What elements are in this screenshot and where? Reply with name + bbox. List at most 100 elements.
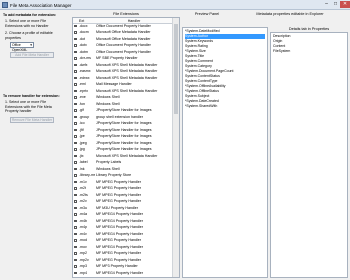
- row-checkbox[interactable]: [74, 57, 77, 60]
- table-row[interactable]: .library-ms Library Property Store: [73, 173, 172, 178]
- row-checkbox[interactable]: [74, 213, 77, 216]
- preview-property-item[interactable]: System.ContentType: [185, 79, 265, 84]
- row-checkbox[interactable]: [74, 70, 77, 73]
- table-row[interactable]: .eprtx Microsoft XPS Shell Metadata Handl…: [73, 89, 172, 94]
- table-row[interactable]: .fon Windows Shell: [73, 102, 172, 107]
- preview-property-item[interactable]: *System.OfflineAvailability: [185, 84, 265, 89]
- table-row[interactable]: .m4p MF MPEG4 Property Handler: [73, 225, 172, 230]
- table-row[interactable]: .mp2v MF MPEG Property Handler: [73, 258, 172, 263]
- row-checkbox[interactable]: [74, 83, 77, 86]
- table-row[interactable]: .mp2 MF MPEG Property Handler: [73, 251, 172, 256]
- details-property-item[interactable]: Origin: [273, 39, 282, 44]
- table-row[interactable]: .m1v MF MPEG Property Handler: [73, 180, 172, 185]
- details-property-item[interactable]: FileSystem: [273, 49, 290, 54]
- row-checkbox[interactable]: [74, 109, 77, 112]
- row-checkbox[interactable]: [74, 200, 77, 203]
- row-checkbox[interactable]: [74, 193, 77, 197]
- row-checkbox[interactable]: [74, 50, 77, 54]
- preview-property-item[interactable]: *System.Document.PageCount: [185, 69, 265, 74]
- table-row[interactable]: .m3u MF M3U Property Handler: [73, 206, 172, 211]
- row-checkbox[interactable]: [74, 135, 77, 138]
- table-row[interactable]: .dvr-ms MF SBE Property Handler: [73, 56, 172, 61]
- preview-property-item[interactable]: System.Subject: [185, 94, 265, 99]
- row-checkbox[interactable]: [74, 122, 77, 125]
- preview-property-item[interactable]: *System.DateCreated: [185, 99, 265, 104]
- add-handler-button[interactable]: Add File Meta Handler: [10, 52, 54, 58]
- scrollbar-thumb[interactable]: [174, 24, 178, 114]
- preview-property-item[interactable]: System.Keywords: [185, 39, 265, 44]
- row-checkbox[interactable]: [74, 148, 77, 151]
- table-row[interactable]: .m4a MF MPEG4 Property Handler: [73, 212, 172, 217]
- preview-properties-list[interactable]: *System.DateModified System.Author System.…: [182, 27, 268, 278]
- table-row[interactable]: .dotx Office Document Property Handler: [73, 43, 172, 48]
- row-checkbox[interactable]: [74, 141, 77, 145]
- table-row[interactable]: .m2t MF MPEG Property Handler: [73, 186, 172, 191]
- table-row[interactable]: .m2ts MF MPEG Property Handler: [73, 193, 172, 198]
- table-row[interactable]: .jpe JPropertyStore Handler for Images: [73, 134, 172, 139]
- table-row[interactable]: .jfif JPropertyStore Handler for Images: [73, 128, 172, 133]
- vertical-scrollbar[interactable]: [172, 18, 179, 277]
- preview-property-item[interactable]: *System.Size: [185, 49, 265, 54]
- table-row[interactable]: .jpeg JPropertyStore Handler for Images: [73, 141, 172, 146]
- table-row[interactable]: .exe Windows Shell: [73, 95, 172, 100]
- preview-property-item[interactable]: System.ContentStatus: [185, 74, 265, 79]
- table-row[interactable]: .m4v MF MPEG4 Property Handler: [73, 232, 172, 237]
- row-checkbox[interactable]: [74, 161, 77, 164]
- row-checkbox[interactable]: [74, 96, 77, 99]
- table-row[interactable]: .jpg JPropertyStore Handler for Images: [73, 147, 172, 152]
- row-checkbox[interactable]: [74, 174, 77, 177]
- row-checkbox[interactable]: [74, 102, 77, 106]
- preview-property-item[interactable]: System.Author: [185, 34, 265, 39]
- row-checkbox[interactable]: [74, 232, 77, 236]
- table-row[interactable]: .dwfx Microsoft XPS Shell Metadata Handle…: [73, 63, 172, 68]
- maximize-button[interactable]: □: [331, 1, 340, 8]
- details-properties-list[interactable]: Description Origin Content FileSystem: [270, 32, 348, 278]
- preview-property-item[interactable]: System.Title: [185, 54, 265, 59]
- table-row[interactable]: .lnk Windows Shell: [73, 167, 172, 172]
- preview-property-item[interactable]: *System.DateModified: [185, 29, 265, 34]
- table-row[interactable]: .mp4 MF MPEG4 Property Handler: [73, 271, 172, 276]
- table-row[interactable]: .eml Mail Message Handler: [73, 82, 172, 87]
- row-checkbox[interactable]: [74, 167, 77, 171]
- row-checkbox[interactable]: [74, 76, 77, 80]
- table-row[interactable]: .mp3 MF MP3 Property Handler: [73, 264, 172, 269]
- table-row[interactable]: .ico JPropertyStore Handler for Images: [73, 121, 172, 126]
- column-handler[interactable]: Handler: [96, 19, 172, 23]
- row-checkbox[interactable]: [74, 219, 77, 223]
- row-checkbox[interactable]: [74, 258, 77, 262]
- table-row[interactable]: .dotm Office Document Property Handler: [73, 50, 172, 55]
- row-checkbox[interactable]: [74, 89, 77, 93]
- preview-property-item[interactable]: *System.OfflineStatus: [185, 89, 265, 94]
- table-row[interactable]: .gif JPropertyStore Handler for Images: [73, 108, 172, 113]
- row-checkbox[interactable]: [74, 115, 77, 119]
- row-checkbox[interactable]: [74, 44, 77, 47]
- preview-property-item[interactable]: *System.SharedWith: [185, 104, 265, 109]
- table-row[interactable]: .label Property Labels: [73, 160, 172, 165]
- row-checkbox[interactable]: [74, 24, 77, 28]
- row-checkbox[interactable]: [74, 187, 77, 190]
- table-row[interactable]: .m2v MF MPEG Property Handler: [73, 199, 172, 204]
- preview-property-item[interactable]: System.Comment: [185, 59, 265, 64]
- close-button[interactable]: ✕: [340, 1, 350, 8]
- row-checkbox[interactable]: [74, 252, 77, 255]
- row-checkbox[interactable]: [74, 206, 77, 210]
- row-checkbox[interactable]: [74, 128, 77, 132]
- row-checkbox[interactable]: [74, 154, 77, 158]
- table-row[interactable]: .group group shell extension handler: [73, 115, 172, 120]
- table-row[interactable]: .dot Microsoft Office Metadata Handler: [73, 37, 172, 42]
- column-ext[interactable]: Ext: [79, 19, 95, 23]
- details-property-item[interactable]: Content: [273, 44, 285, 49]
- row-checkbox[interactable]: [74, 245, 77, 249]
- table-row[interactable]: .jtx Microsoft XPS Shell Metadata Handler: [73, 154, 172, 159]
- minimize-button[interactable]: –: [322, 1, 331, 8]
- table-row[interactable]: .mod MF MPEG Property Handler: [73, 238, 172, 243]
- table-row[interactable]: .docx Office Document Property Handler: [73, 24, 172, 29]
- preview-property-item[interactable]: System.Rating: [185, 44, 265, 49]
- table-row[interactable]: .mov MF MPEG4 Property Handler: [73, 245, 172, 250]
- row-checkbox[interactable]: [74, 271, 77, 275]
- preview-property-item[interactable]: System.Category: [185, 64, 265, 69]
- remove-handler-button[interactable]: Remove File Meta Handler: [10, 117, 54, 123]
- table-row[interactable]: .easmx Microsoft XPS Shell Metadata Handl…: [73, 69, 172, 74]
- profile-dropdown[interactable]: Office OpenXML ▾: [10, 42, 34, 52]
- details-property-item[interactable]: Description: [273, 34, 291, 39]
